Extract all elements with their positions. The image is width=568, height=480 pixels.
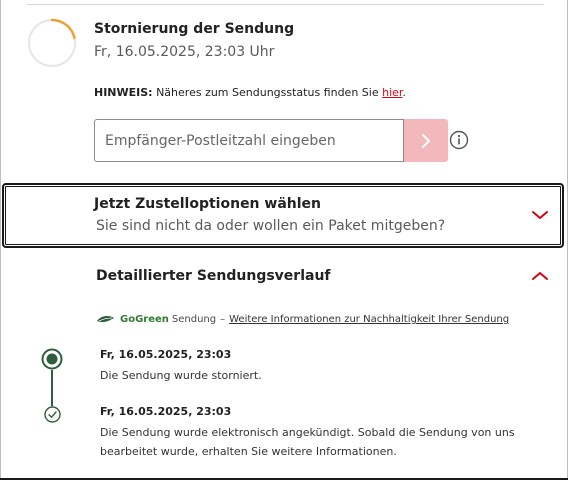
hint-label: HINWEIS:: [94, 86, 153, 99]
gogreen-separator: –: [220, 314, 226, 325]
timeline-current-icon: [41, 348, 63, 370]
gogreen-logo-icon: [97, 315, 114, 322]
postal-code-submit-button[interactable]: [404, 119, 448, 162]
timeline-check-icon: [44, 406, 61, 423]
left-border: [0, 0, 1, 480]
timeline-line: [51, 370, 53, 406]
chevron-right-icon: [422, 133, 430, 148]
gogreen-brand: GoGreen: [120, 314, 169, 325]
history-title: Detaillierter Sendungsverlauf: [96, 268, 331, 284]
delivery-options-toggle[interactable]: [2, 183, 564, 248]
gogreen-text: Sendung: [171, 314, 217, 325]
gogreen-link[interactable]: Weitere Informationen zur Nachhaltigkeit…: [229, 314, 509, 325]
status-progress-icon: [28, 18, 76, 67]
postal-code-input[interactable]: [94, 119, 404, 162]
event-text: Die Sendung wurde storniert.: [100, 369, 262, 382]
delivery-options-title: Jetzt Zustelloptionen wählen: [94, 196, 322, 212]
event-date: Fr, 16.05.2025, 23:03: [100, 405, 232, 418]
event-text: Die Sendung wurde elektronisch angekündi…: [100, 426, 515, 439]
chevron-down-icon[interactable]: [531, 209, 549, 221]
event-date: Fr, 16.05.2025, 23:03: [100, 348, 232, 361]
divider: [27, 4, 544, 5]
info-icon[interactable]: [449, 130, 469, 150]
hint-text: HINWEIS: Näheres zum Sendungsstatus find…: [94, 86, 406, 99]
hint-suffix: .: [402, 86, 406, 99]
delivery-options-subtitle: Sie sind nicht da oder wollen ein Paket …: [96, 218, 446, 234]
hint-link[interactable]: hier: [382, 86, 402, 99]
chevron-up-icon[interactable]: [531, 270, 549, 282]
gogreen-info: GoGreen Sendung – Weitere Informationen …: [96, 314, 509, 325]
event-text: bearbeitet wurde, erhalten Sie weitere I…: [100, 445, 397, 458]
status-title: Stornierung der Sendung: [94, 21, 295, 37]
hint-message: Näheres zum Sendungsstatus finden Sie: [156, 86, 379, 99]
status-date: Fr, 16.05.2025, 23:03 Uhr: [94, 44, 275, 60]
